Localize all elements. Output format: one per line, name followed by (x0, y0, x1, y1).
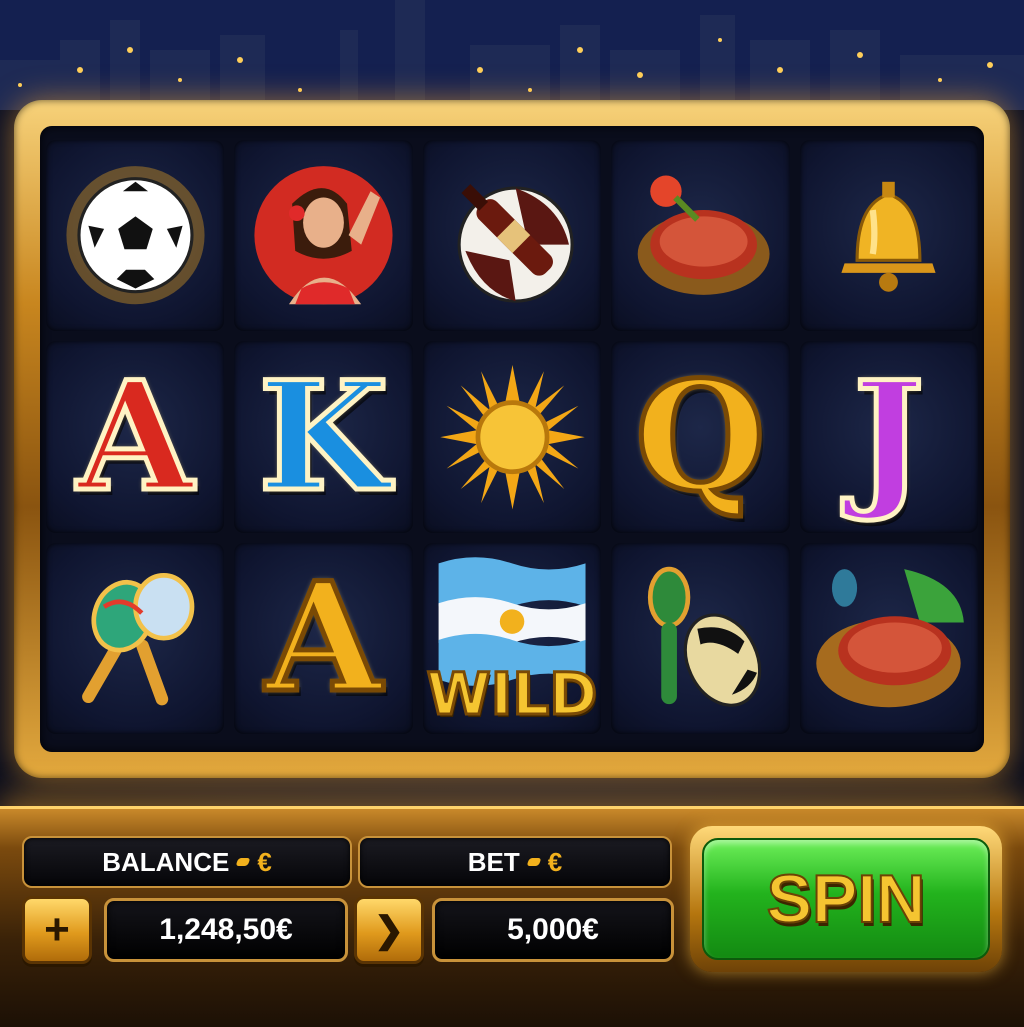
increase-button[interactable]: + (22, 896, 92, 964)
symbol-letter-q-gold: Q (611, 341, 790, 533)
sun-icon (439, 364, 585, 510)
symbol-wild-flag: WILD (422, 542, 602, 734)
symbol-letter-a-gold: A (234, 542, 413, 734)
bet-label: BET (467, 846, 520, 877)
spin-button-frame: SPIN (690, 826, 1002, 972)
bell-icon (841, 182, 936, 293)
steak-platter-icon (816, 569, 965, 708)
reel-grid: A K Q J A WILD (46, 140, 978, 734)
reel-window: A K Q J A WILD (40, 126, 984, 752)
balance-currency: € (257, 846, 272, 877)
plus-icon: + (44, 905, 70, 954)
balance-value: 1,248,50€ (159, 913, 293, 946)
balance-label: BALANCE (102, 846, 230, 877)
symbol-maracas (46, 542, 225, 734)
symbol-ball-and-bottle (422, 140, 602, 332)
soccer-ball-icon (66, 166, 205, 305)
diamond-icon (526, 858, 542, 866)
bet-value-display: 5,000€ (432, 898, 674, 962)
spin-button[interactable]: SPIN (702, 838, 990, 960)
letter-a-gold: A (263, 550, 384, 727)
diamond-icon (235, 858, 251, 866)
bet-label-box: BET € (358, 836, 672, 888)
maracas-icon (81, 573, 195, 706)
chevron-right-icon: ❯ (373, 909, 405, 950)
symbol-golden-bell (799, 140, 978, 332)
symbol-letter-a-red: A (46, 341, 225, 533)
letter-q-gold: Q (633, 348, 769, 525)
wild-label: WILD (425, 658, 599, 729)
balance-label-box: BALANCE € (22, 836, 352, 888)
symbol-grilled-steak (611, 140, 790, 332)
symbol-letter-k-blue: K (234, 341, 413, 533)
symbol-letter-j-pink: J (799, 341, 978, 533)
letter-k-blue: K (256, 348, 391, 525)
symbol-maraca-and-ball (611, 542, 790, 734)
flamenco-dancer-icon (254, 166, 393, 305)
bet-currency: € (547, 846, 563, 877)
letter-j-pink: J (851, 348, 927, 525)
symbol-steak-platter (799, 542, 978, 734)
city-skyline-backdrop (0, 0, 1024, 110)
spin-label: SPIN (766, 860, 927, 938)
symbol-soccer-ball (46, 140, 225, 332)
letter-a-red: A (74, 348, 195, 525)
symbol-flamenco-dancer (234, 140, 413, 332)
steak-icon (637, 176, 770, 296)
symbol-golden-sun (422, 341, 602, 533)
bet-value: 5,000€ (507, 913, 599, 946)
balance-value-display: 1,248,50€ (104, 898, 348, 962)
next-button[interactable]: ❯ (354, 896, 424, 964)
maraca-ball-icon (647, 566, 762, 707)
ball-bottle-icon (457, 184, 574, 304)
reel-frame: A K Q J A WILD (14, 100, 1010, 778)
